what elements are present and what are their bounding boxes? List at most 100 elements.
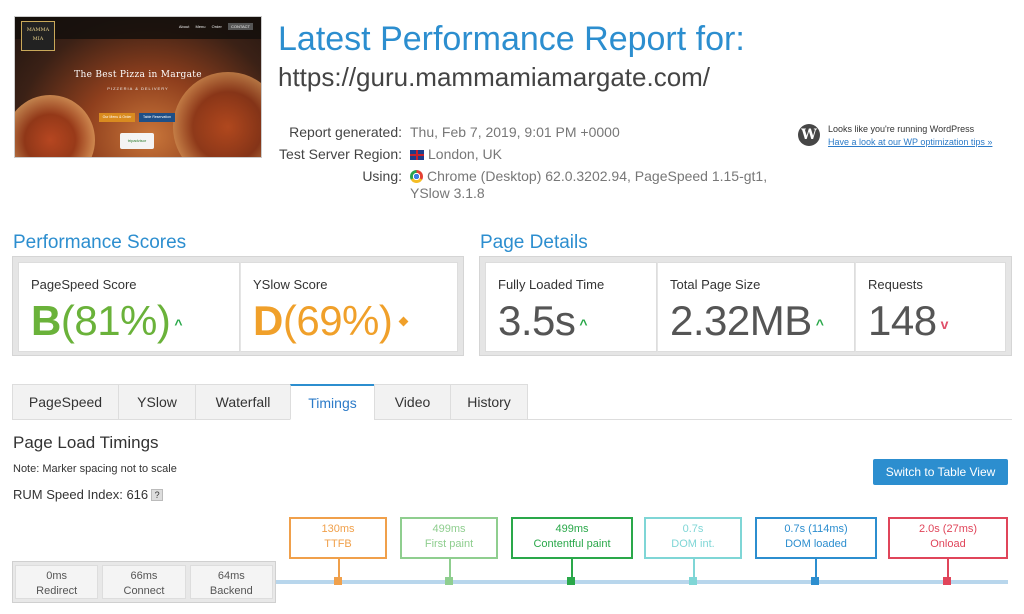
meta-region-value: London, UK xyxy=(428,146,502,162)
page-size-number: 2.32MB xyxy=(670,297,812,344)
performance-scores-panel: PageSpeed Score B(81%) ^ YSlow Score D(69… xyxy=(12,256,464,356)
onload-value: 2.0s (27ms) xyxy=(918,523,978,535)
marker-dot xyxy=(445,577,453,585)
timing-marker-ttfb: 130ms TTFB xyxy=(289,517,387,585)
thumbnail-nav-item: About xyxy=(178,24,190,29)
thumbnail-nav-item: CONTACT xyxy=(227,23,253,30)
page-load-timings-title: Page Load Timings xyxy=(13,433,159,452)
tab-yslow[interactable]: YSlow xyxy=(118,384,195,420)
marker-dot xyxy=(943,577,951,585)
fully-loaded-label: Fully Loaded Time xyxy=(498,277,605,292)
marker-dot xyxy=(811,577,819,585)
wordpress-tips-link[interactable]: Have a look at our WP optimization tips … xyxy=(828,137,992,147)
switch-to-table-view-button[interactable]: Switch to Table View xyxy=(873,459,1008,485)
onload-label: Onload xyxy=(930,538,966,550)
rum-speed-index-label: RUM Speed Index: 616 xyxy=(13,487,149,502)
first-paint-label: First paint xyxy=(424,538,474,550)
yslow-score-value: D(69%) xyxy=(253,297,409,345)
yslow-score-label: YSlow Score xyxy=(253,277,328,292)
backend-timing-value: 64ms xyxy=(217,570,245,582)
ttfb-value: 130ms xyxy=(321,523,355,535)
meta-generated-label: Report generated: xyxy=(289,124,402,140)
marker-dot xyxy=(567,577,575,585)
wordpress-notice-text: Looks like you're running WordPress xyxy=(828,124,975,134)
performance-scores-title: Performance Scores xyxy=(13,232,187,253)
requests-card: Requests 148 v xyxy=(855,262,1006,352)
timing-marker-dom-loaded: 0.7s (114ms) DOM loaded xyxy=(755,517,877,585)
thumbnail-nav: About Menu Order CONTACT xyxy=(174,23,253,30)
thumbnail-subheadline: PIZZERIA & DELIVERY xyxy=(107,86,169,91)
fully-loaded-card: Fully Loaded Time 3.5s ^ xyxy=(485,262,657,352)
pagespeed-score-value: B(81%) ^ xyxy=(31,297,183,345)
dom-loaded-value: 0.7s (114ms) xyxy=(784,523,848,535)
tab-history[interactable]: History xyxy=(450,384,528,420)
yslow-grade: D xyxy=(253,297,283,344)
fully-loaded-number: 3.5s xyxy=(498,297,576,344)
requests-value: 148 v xyxy=(868,297,948,345)
meta-row-using: Using: Chrome (Desktop) 62.0.3202.94, Pa… xyxy=(270,168,780,202)
timing-marker-first-paint: 499ms First paint xyxy=(400,517,498,585)
tripadvisor-badge: tripadvisor xyxy=(120,133,154,149)
tab-video[interactable]: Video xyxy=(374,384,450,420)
pizza-image-right xyxy=(173,72,261,157)
page-size-value: 2.32MB ^ xyxy=(670,297,824,345)
thumbnail-order-button: Our Menu & Order xyxy=(99,113,135,122)
timing-marker-onload: 2.0s (27ms) Onload xyxy=(888,517,1008,585)
pagespeed-percent: (81%) xyxy=(60,297,171,344)
requests-number: 148 xyxy=(868,297,937,344)
meta-region: London, UK xyxy=(410,146,780,163)
meta-region-label: Test Server Region: xyxy=(279,146,402,162)
rum-speed-index: RUM Speed Index: 616? xyxy=(13,487,164,502)
backend-timing-label: Backend xyxy=(209,585,253,597)
meta-row-region: Test Server Region: London, UK xyxy=(270,146,780,163)
trend-down-icon: v xyxy=(940,316,949,332)
contentful-paint-label: Contentful paint xyxy=(533,538,611,550)
wordpress-icon: W xyxy=(798,124,820,146)
thumbnail-headline: The Best Pizza in Margate xyxy=(74,70,202,80)
site-screenshot-thumbnail[interactable]: MAMMA MIA About Menu Order CONTACT The B… xyxy=(14,16,262,158)
requests-label: Requests xyxy=(868,277,923,292)
pagespeed-score-card: PageSpeed Score B(81%) ^ xyxy=(18,262,240,352)
report-url: https://guru.mammamiamargate.com/ xyxy=(278,62,711,92)
meta-using-label: Using: xyxy=(362,168,402,184)
dom-loaded-label: DOM loaded xyxy=(785,538,847,550)
report-meta: Report generated: Thu, Feb 7, 2019, 9:01… xyxy=(270,124,780,207)
backend-timings: 0ms Redirect 66ms Connect 64ms Backend xyxy=(12,561,276,603)
tab-pagespeed[interactable]: PageSpeed xyxy=(12,384,118,420)
yslow-score-card: YSlow Score D(69%) xyxy=(240,262,458,352)
connect-timing: 66ms Connect xyxy=(102,565,186,599)
trend-up-icon: ^ xyxy=(174,316,183,332)
redirect-timing: 0ms Redirect xyxy=(15,565,99,599)
timing-marker-contentful-paint: 499ms Contentful paint xyxy=(511,517,633,585)
pizza-image-left xyxy=(15,95,95,157)
page-details-title: Page Details xyxy=(480,232,588,253)
help-icon[interactable]: ? xyxy=(151,489,164,501)
meta-using-value: Chrome (Desktop) 62.0.3202.94, PageSpeed… xyxy=(410,168,768,201)
backend-timing: 64ms Backend xyxy=(189,565,273,599)
thumbnail-nav-item: Menu xyxy=(195,24,206,29)
trend-up-icon: ^ xyxy=(579,316,588,332)
redirect-timing-label: Redirect xyxy=(36,585,78,597)
pagespeed-grade: B xyxy=(31,297,61,344)
thumbnail-logo: MAMMA MIA xyxy=(21,21,55,51)
first-paint-value: 499ms xyxy=(432,523,466,535)
tab-timings[interactable]: Timings xyxy=(290,384,374,420)
meta-row-generated: Report generated: Thu, Feb 7, 2019, 9:01… xyxy=(270,124,780,141)
meta-using: Chrome (Desktop) 62.0.3202.94, PageSpeed… xyxy=(410,168,780,202)
chrome-icon xyxy=(410,170,423,183)
thumbnail-nav-item: Order xyxy=(211,24,222,29)
redirect-timing-value: 0ms xyxy=(46,570,68,582)
report-title: Latest Performance Report for: xyxy=(278,20,745,58)
timings-note: Note: Marker spacing not to scale xyxy=(13,463,177,475)
marker-dot xyxy=(334,577,342,585)
contentful-paint-value: 499ms xyxy=(555,523,589,535)
connect-timing-label: Connect xyxy=(123,585,165,597)
thumbnail-reservation-button: Table Reservation xyxy=(139,113,175,122)
marker-dot xyxy=(689,577,697,585)
dom-interactive-value: 0.7s xyxy=(682,523,704,535)
dom-interactive-label: DOM int. xyxy=(671,538,715,550)
meta-generated-value: Thu, Feb 7, 2019, 9:01 PM +0000 xyxy=(410,124,620,140)
page-size-label: Total Page Size xyxy=(670,277,761,292)
tab-waterfall[interactable]: Waterfall xyxy=(195,384,290,420)
page-details-panel: Fully Loaded Time 3.5s ^ Total Page Size … xyxy=(479,256,1012,356)
